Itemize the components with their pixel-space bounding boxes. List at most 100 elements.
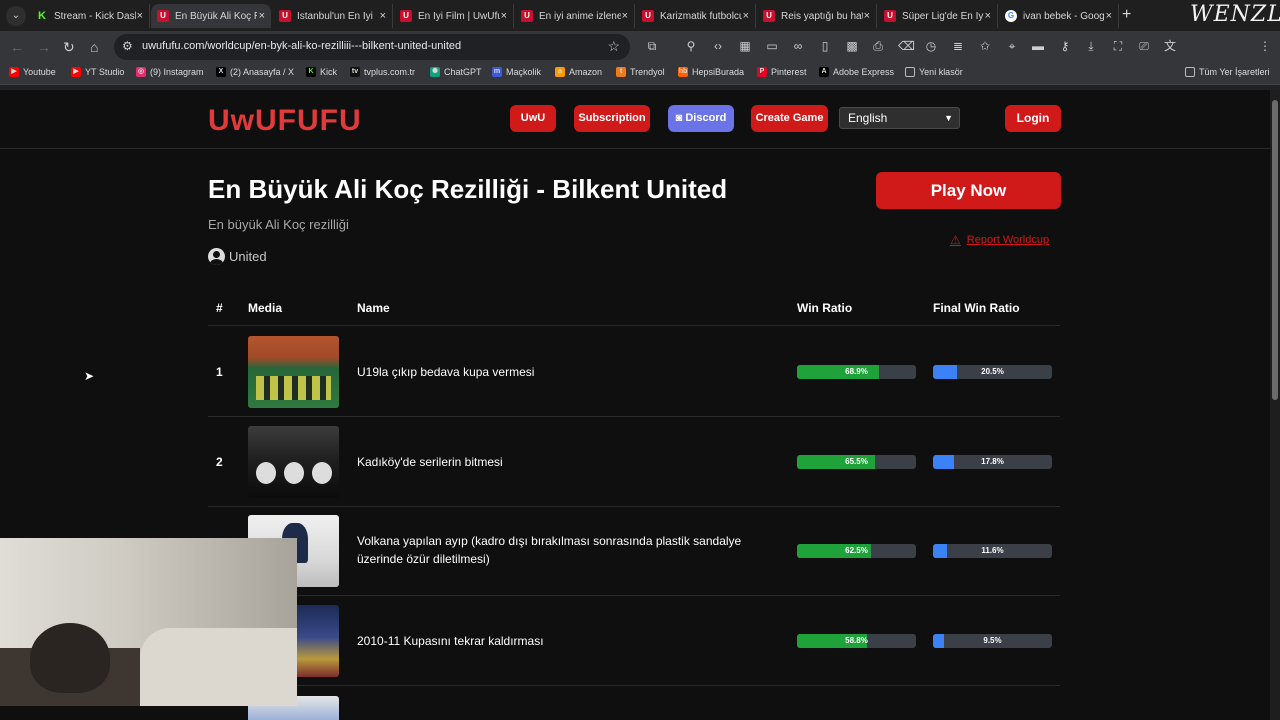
bookmark-yt-studio[interactable]: ▶ YT Studio xyxy=(71,67,124,77)
site-logo[interactable]: UwUFUFU xyxy=(208,104,362,138)
tab-super-lig[interactable]: U Süper Lig'de En İyi × xyxy=(878,4,998,28)
download-icon[interactable]: ⤓ xyxy=(1084,39,1098,53)
page-scrollbar[interactable] xyxy=(1270,90,1280,720)
play-now-button[interactable]: Play Now xyxy=(876,172,1061,209)
chevron-down-icon: ▼ xyxy=(944,113,953,123)
discord-button[interactable]: ◙ Discord xyxy=(668,105,734,132)
bookmark-x[interactable]: X (2) Anasayfa / X xyxy=(216,67,294,77)
tab-karizmatik[interactable]: U Karizmatik futbolcu × xyxy=(636,4,756,28)
menu-icon[interactable]: ⋮ xyxy=(1258,39,1272,53)
bookmark-trendyol[interactable]: t Trendyol xyxy=(616,67,665,77)
site-info-icon[interactable]: ⚙ xyxy=(122,39,133,53)
kick-icon: K xyxy=(36,10,48,22)
print-icon[interactable]: ⎙ xyxy=(871,39,885,53)
close-tab-icon[interactable]: × xyxy=(622,10,628,22)
amazon-icon: a xyxy=(555,67,565,77)
grid-icon[interactable]: ▩ xyxy=(845,39,859,53)
close-tab-icon[interactable]: × xyxy=(501,10,507,22)
forward-icon[interactable]: → xyxy=(37,39,51,55)
code-icon[interactable]: ‹› xyxy=(711,39,725,53)
media-column-header: Media xyxy=(248,301,283,315)
report-worldcup-link[interactable]: ⚠ Report Worldcup xyxy=(950,233,1049,247)
back-icon[interactable]: ← xyxy=(10,39,24,55)
notes-icon[interactable]: ≣ xyxy=(951,39,965,53)
tab-search-icon[interactable]: ⌄ xyxy=(6,6,26,26)
google-icon: G xyxy=(1005,10,1017,22)
close-tab-icon[interactable]: × xyxy=(380,10,386,22)
uwufufu-icon: U xyxy=(157,10,169,22)
all-bookmarks-folder[interactable]: Tüm Yer İşaretleri xyxy=(1185,67,1270,77)
tab-worldcup-active[interactable]: U En Büyük Ali Koç Rezilliği × xyxy=(151,4,271,28)
tab-google[interactable]: G ivan bebek - Google × xyxy=(999,4,1119,28)
bookmark-star-icon[interactable]: ☆ xyxy=(607,38,620,55)
stream-watermark-logo: WENZLL xyxy=(1190,2,1280,27)
win-ratio-value: 65.5% xyxy=(845,457,868,466)
bookmark-yeni-klasor[interactable]: Yeni klasör xyxy=(905,67,963,77)
trash-icon[interactable]: ⌫ xyxy=(898,39,915,53)
card-icon[interactable]: ▬ xyxy=(1031,39,1045,53)
uwu-button[interactable]: UwU xyxy=(510,105,556,132)
translate-tool-icon[interactable]: ⚲ xyxy=(684,39,698,53)
bookmark-adobe-express[interactable]: A Adobe Express xyxy=(819,67,894,77)
close-tab-icon[interactable]: × xyxy=(864,10,870,22)
bookmark-kick[interactable]: K Kick xyxy=(306,67,337,77)
final-win-ratio-value: 9.5% xyxy=(983,636,1002,645)
uwufufu-icon: U xyxy=(642,10,654,22)
scrollbar-thumb[interactable] xyxy=(1272,100,1278,400)
url-text[interactable]: uwufufu.com/worldcup/en-byk-ali-ko-rezil… xyxy=(142,40,461,52)
address-bar[interactable]: ⚙ uwufufu.com/worldcup/en-byk-ali-ko-rez… xyxy=(114,34,630,60)
bookmark-tvplus[interactable]: tv tvplus.com.tr xyxy=(350,67,415,77)
site-header: UwUFUFU UwU Subscription ◙ Discord Creat… xyxy=(0,90,1270,149)
tab-istanbul[interactable]: U İstanbul'un En İyi × xyxy=(273,4,393,28)
bookmark-pinterest[interactable]: P Pinterest xyxy=(757,67,807,77)
table-row: 1 U19la çıkıp bedava kupa vermesi 68.9% … xyxy=(208,327,1060,417)
worldcup-author[interactable]: United xyxy=(208,248,267,265)
close-tab-icon[interactable]: × xyxy=(137,10,143,22)
cast-icon[interactable]: ⎚ xyxy=(1137,39,1151,53)
bookmarks-bar: ▶ Youtube ▶ YT Studio ◎ (9) Instagram X (2) … xyxy=(0,63,1280,85)
bookmark-chatgpt[interactable]: ✺ ChatGPT xyxy=(430,67,482,77)
location-icon[interactable]: ⌖ xyxy=(1005,39,1019,53)
reader-icon[interactable]: ▯ xyxy=(818,39,832,53)
reload-icon[interactable]: ↻ xyxy=(63,39,75,56)
worldcup-description: En büyük Ali Koç rezilliği xyxy=(208,217,349,232)
bookmark-hepsiburada[interactable]: hb HepsiBurada xyxy=(678,67,744,77)
translate-icon[interactable]: 文 xyxy=(1163,39,1177,53)
history-icon[interactable]: ◷ xyxy=(924,39,938,53)
bookmark-amazon[interactable]: a Amazon xyxy=(555,67,602,77)
language-select[interactable]: English ▼ xyxy=(839,107,960,129)
login-button[interactable]: Login xyxy=(1005,105,1061,132)
worldcup-title: En Büyük Ali Koç Rezilliği - Bilkent Uni… xyxy=(208,174,728,204)
bookmark-mackolik[interactable]: m Maçkolik xyxy=(492,67,541,77)
final-win-ratio-value: 20.5% xyxy=(981,367,1004,376)
close-tab-icon[interactable]: × xyxy=(985,10,991,22)
tab-kick[interactable]: K Stream - Kick Dashboard × xyxy=(30,4,150,28)
ranking-table-header: # Media Name Win Ratio Final Win Ratio xyxy=(208,290,1060,326)
key-icon[interactable]: ⚷ xyxy=(1058,39,1072,53)
new-tab-button[interactable]: + xyxy=(1122,6,1131,24)
bookmark-instagram[interactable]: ◎ (9) Instagram xyxy=(136,67,204,77)
close-tab-icon[interactable]: × xyxy=(259,10,265,22)
close-tab-icon[interactable]: × xyxy=(1106,10,1112,22)
window-icon[interactable]: ▭ xyxy=(765,39,779,53)
table-row: 2 Kadıköy'de serilerin bitmesi 65.5% 17.… xyxy=(208,417,1060,507)
tvplus-icon: tv xyxy=(350,67,360,77)
home-icon[interactable]: ⌂ xyxy=(90,39,98,55)
screenshot-icon[interactable]: ⛶ xyxy=(1111,39,1125,53)
bookmark-youtube[interactable]: ▶ Youtube xyxy=(9,67,56,77)
tab-film[interactable]: U En İyi Film | UwUfufu × xyxy=(394,4,514,28)
uwufufu-icon: U xyxy=(521,10,533,22)
extension-icon[interactable]: ⧉ xyxy=(645,39,659,53)
close-tab-icon[interactable]: × xyxy=(743,10,749,22)
uwufufu-icon: U xyxy=(763,10,775,22)
tab-anime[interactable]: U En iyi anime izlenen × xyxy=(515,4,635,28)
table-icon[interactable]: ▦ xyxy=(738,39,752,53)
favorites-icon[interactable]: ✩ xyxy=(978,39,992,53)
rank-number: 2 xyxy=(216,455,223,469)
link-icon[interactable]: ∞ xyxy=(791,39,805,53)
subscription-button[interactable]: Subscription xyxy=(574,105,650,132)
create-game-button[interactable]: Create Game xyxy=(751,105,828,132)
tab-reis[interactable]: U Reis yaptığı bu hata × xyxy=(757,4,877,28)
rank-column-header: # xyxy=(216,301,223,315)
candidate-name: Kadıköy'de serilerin bitmesi xyxy=(357,455,503,469)
